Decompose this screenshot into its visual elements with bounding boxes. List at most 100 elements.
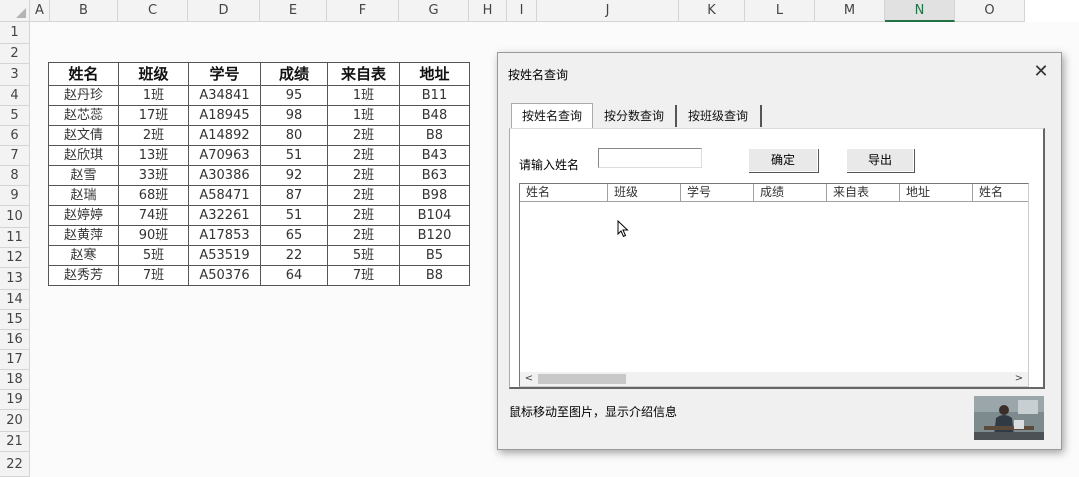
table-cell[interactable]: A17853 [188, 225, 261, 246]
table-cell[interactable]: 90班 [118, 225, 189, 246]
row-header-14[interactable]: 14 [0, 290, 30, 310]
table-cell[interactable]: 33班 [118, 165, 189, 186]
table-cell[interactable]: A14892 [188, 125, 261, 146]
column-header-e[interactable]: E [260, 0, 327, 22]
row-header-8[interactable]: 8 [0, 166, 30, 186]
photo-thumbnail[interactable] [974, 396, 1044, 440]
list-column-header[interactable]: 姓名 [973, 184, 1028, 202]
table-cell[interactable]: 赵丹珍 [48, 85, 119, 106]
column-header-b[interactable]: B [50, 0, 118, 22]
row-header-20[interactable]: 20 [0, 410, 30, 432]
table-cell[interactable]: 2班 [327, 205, 400, 226]
table-cell[interactable]: A30386 [188, 165, 261, 186]
column-header-l[interactable]: L [745, 0, 815, 22]
column-header-i[interactable]: I [507, 0, 537, 22]
table-cell[interactable]: 68班 [118, 185, 189, 206]
table-cell[interactable]: 2班 [327, 165, 400, 186]
row-header-9[interactable]: 9 [0, 186, 30, 206]
tab-by-name[interactable]: 按姓名查询 [511, 103, 593, 129]
table-cell[interactable]: B120 [399, 225, 470, 246]
select-all-corner[interactable] [0, 0, 30, 22]
table-cell[interactable]: 51 [260, 205, 328, 226]
row-header-4[interactable]: 4 [0, 86, 30, 106]
list-column-header[interactable]: 姓名 [520, 184, 608, 202]
table-cell[interactable]: 赵瑞 [48, 185, 119, 206]
table-header-cell[interactable]: 班级 [118, 62, 189, 86]
table-cell[interactable]: B104 [399, 205, 470, 226]
table-cell[interactable]: 7班 [327, 265, 400, 286]
column-header-n[interactable]: N [885, 0, 955, 22]
list-column-header[interactable]: 成绩 [754, 184, 827, 202]
table-cell[interactable]: 64 [260, 265, 328, 286]
list-column-header[interactable]: 学号 [681, 184, 754, 202]
table-cell[interactable]: 51 [260, 145, 328, 166]
row-header-16[interactable]: 16 [0, 330, 30, 350]
row-header-2[interactable]: 2 [0, 44, 30, 64]
column-header-o[interactable]: O [955, 0, 1025, 22]
table-cell[interactable]: 赵寒 [48, 245, 119, 266]
row-header-17[interactable]: 17 [0, 350, 30, 370]
list-column-header[interactable]: 地址 [900, 184, 973, 202]
table-cell[interactable]: A50376 [188, 265, 261, 286]
table-cell[interactable]: 赵黄萍 [48, 225, 119, 246]
tab-by-score[interactable]: 按分数查询 [593, 105, 677, 127]
close-icon[interactable]: ✕ [1031, 62, 1051, 82]
table-cell[interactable]: 80 [260, 125, 328, 146]
table-cell[interactable]: 98 [260, 105, 328, 126]
table-header-cell[interactable]: 成绩 [260, 62, 328, 86]
table-cell[interactable]: 22 [260, 245, 328, 266]
row-header-12[interactable]: 12 [0, 248, 30, 268]
table-header-cell[interactable]: 来自表 [327, 62, 400, 86]
column-header-g[interactable]: G [399, 0, 469, 22]
table-cell[interactable]: 1班 [327, 105, 400, 126]
column-header-c[interactable]: C [118, 0, 188, 22]
row-header-7[interactable]: 7 [0, 146, 30, 166]
column-header-j[interactable]: J [537, 0, 679, 22]
row-header-13[interactable]: 13 [0, 268, 30, 290]
row-header-21[interactable]: 21 [0, 432, 30, 452]
table-header-cell[interactable]: 学号 [188, 62, 261, 86]
table-header-cell[interactable]: 姓名 [48, 62, 119, 86]
table-cell[interactable]: 7班 [118, 265, 189, 286]
table-cell[interactable]: B43 [399, 145, 470, 166]
table-cell[interactable]: 赵雪 [48, 165, 119, 186]
row-header-22[interactable]: 22 [0, 452, 30, 477]
tab-by-class[interactable]: 按班级查询 [676, 105, 762, 127]
column-header-f[interactable]: F [327, 0, 399, 22]
table-cell[interactable]: 1班 [118, 85, 189, 106]
table-cell[interactable]: A34841 [188, 85, 261, 106]
row-header-15[interactable]: 15 [0, 310, 30, 330]
table-cell[interactable]: 2班 [327, 185, 400, 206]
export-button[interactable]: 导出 [846, 148, 914, 172]
table-cell[interactable]: 1班 [327, 85, 400, 106]
row-header-6[interactable]: 6 [0, 126, 30, 146]
table-cell[interactable]: 95 [260, 85, 328, 106]
column-header-d[interactable]: D [188, 0, 260, 22]
table-cell[interactable]: A70963 [188, 145, 261, 166]
list-column-header[interactable]: 班级 [608, 184, 681, 202]
results-listview[interactable]: 姓名 班级 学号 成绩 来自表 地址 姓名 < > [519, 183, 1029, 387]
table-cell[interactable]: 13班 [118, 145, 189, 166]
scrollbar-thumb[interactable] [538, 374, 626, 384]
name-input[interactable] [598, 148, 702, 168]
column-header-h[interactable]: H [469, 0, 507, 22]
table-header-cell[interactable]: 地址 [399, 62, 470, 86]
row-header-1[interactable]: 1 [0, 22, 30, 44]
table-cell[interactable]: A53519 [188, 245, 261, 266]
list-column-header[interactable]: 来自表 [827, 184, 900, 202]
table-cell[interactable]: 赵欣琪 [48, 145, 119, 166]
ok-button[interactable]: 确定 [748, 148, 818, 172]
table-cell[interactable]: 65 [260, 225, 328, 246]
table-cell[interactable]: B98 [399, 185, 470, 206]
row-header-11[interactable]: 11 [0, 228, 30, 248]
table-cell[interactable]: 赵婷婷 [48, 205, 119, 226]
row-header-5[interactable]: 5 [0, 106, 30, 126]
table-cell[interactable]: 2班 [327, 145, 400, 166]
table-cell[interactable]: 74班 [118, 205, 189, 226]
table-cell[interactable]: B8 [399, 265, 470, 286]
table-cell[interactable]: A58471 [188, 185, 261, 206]
table-cell[interactable]: B11 [399, 85, 470, 106]
scroll-left-icon[interactable]: < [522, 372, 536, 386]
table-cell[interactable]: 17班 [118, 105, 189, 126]
column-header-m[interactable]: M [815, 0, 885, 22]
